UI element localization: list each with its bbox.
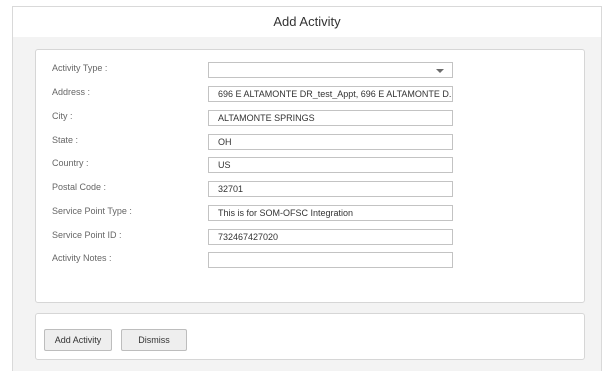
country-label: Country :: [52, 158, 89, 168]
dialog-title: Add Activity: [13, 7, 601, 37]
activity-type-select[interactable]: [208, 62, 453, 78]
address-label: Address :: [52, 87, 91, 97]
dismiss-button[interactable]: Dismiss: [121, 329, 187, 351]
chevron-down-icon[interactable]: [436, 69, 444, 73]
activity-type-label: Activity Type :: [52, 63, 108, 73]
state-label: State :: [52, 135, 79, 145]
activity-type-row: Activity Type :: [36, 62, 584, 78]
state-field[interactable]: [208, 134, 453, 150]
activity-notes-row: Activity Notes :: [36, 252, 584, 268]
activity-notes-label: Activity Notes :: [52, 253, 112, 263]
add-activity-dialog: Add Activity Activity Type : Address : C…: [12, 6, 602, 371]
city-label: City :: [52, 111, 73, 121]
service-point-id-label: Service Point ID :: [52, 230, 122, 240]
service-point-id-row: Service Point ID :: [36, 229, 584, 245]
activity-notes-field[interactable]: [208, 252, 453, 268]
activity-form: Activity Type : Address : City : State :…: [35, 49, 585, 303]
service-point-id-field[interactable]: [208, 229, 453, 245]
service-point-type-label: Service Point Type :: [52, 206, 132, 216]
city-field[interactable]: [208, 110, 453, 126]
service-point-type-field[interactable]: [208, 205, 453, 221]
city-row: City :: [36, 110, 584, 126]
state-row: State :: [36, 134, 584, 150]
postal-code-field[interactable]: [208, 181, 453, 197]
postal-code-label: Postal Code :: [52, 182, 107, 192]
address-field[interactable]: [208, 86, 453, 102]
postal-code-row: Postal Code :: [36, 181, 584, 197]
dialog-footer: Add Activity Dismiss: [35, 313, 585, 360]
country-field[interactable]: [208, 157, 453, 173]
add-activity-button[interactable]: Add Activity: [44, 329, 112, 351]
service-point-type-row: Service Point Type :: [36, 205, 584, 221]
address-row: Address :: [36, 86, 584, 102]
country-row: Country :: [36, 157, 584, 173]
